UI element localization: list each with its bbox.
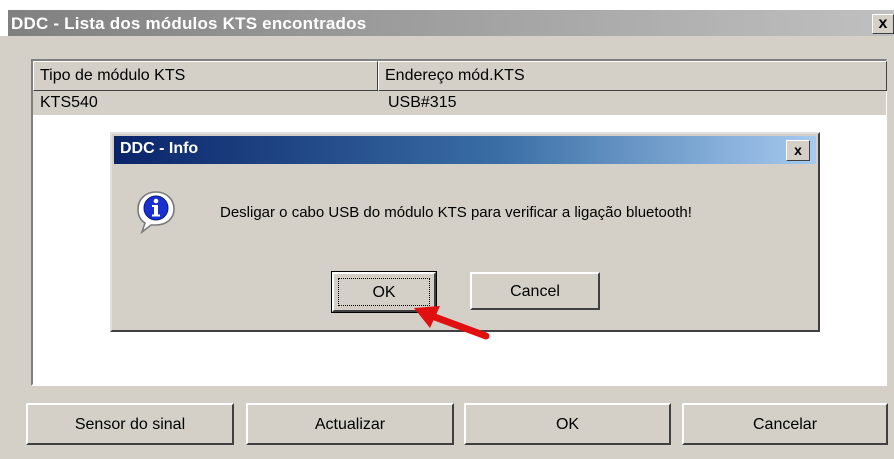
dialog-message: Desligar o cabo USB do módulo KTS para v… [220, 204, 692, 221]
column-header-module-type[interactable]: Tipo de módulo KTS [33, 61, 378, 91]
ok-button[interactable]: OK [464, 403, 671, 445]
list-item[interactable]: KTS540 USB#315 [33, 91, 886, 115]
info-icon [137, 191, 175, 234]
dialog-title: DDC - Info [120, 140, 199, 157]
main-window-title: DDC - Lista dos módulos KTS encontrados [11, 14, 367, 33]
dialog-close-button[interactable]: x [786, 140, 810, 161]
red-arrow-annotation [414, 306, 490, 340]
close-icon: x [794, 142, 802, 158]
main-title-bar[interactable]: DDC - Lista dos módulos KTS encontrados … [0, 0, 894, 36]
refresh-button[interactable]: Actualizar [246, 403, 454, 445]
sensor-button[interactable]: Sensor do sinal [26, 403, 234, 445]
list-header: Tipo de módulo KTS Endereço mód.KTS [33, 61, 887, 91]
main-close-button[interactable]: x [872, 14, 894, 34]
cell-module-address: USB#315 [388, 94, 457, 111]
cancel-button[interactable]: Cancelar [682, 403, 888, 445]
column-header-module-address[interactable]: Endereço mód.KTS [378, 61, 887, 91]
main-window: DDC - Lista dos módulos KTS encontrados … [0, 0, 894, 459]
close-icon: x [878, 15, 888, 32]
cell-module-type: KTS540 [40, 94, 98, 111]
dialog-title-bar[interactable]: DDC - Info x [114, 136, 816, 164]
